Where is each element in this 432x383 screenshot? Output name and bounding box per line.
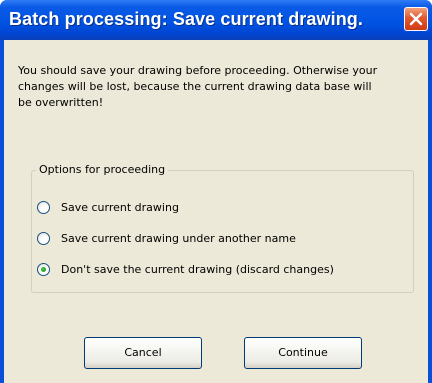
radio-discard-changes[interactable]: Don't save the current drawing (discard …	[37, 262, 407, 280]
continue-button[interactable]: Continue	[244, 337, 362, 369]
close-icon	[409, 12, 423, 26]
close-button[interactable]	[404, 7, 428, 31]
radio-selected-dot	[41, 267, 46, 272]
cancel-button[interactable]: Cancel	[84, 337, 202, 369]
radio-label: Save current drawing	[61, 201, 179, 214]
title-bar[interactable]: Batch processing: Save current drawing.	[0, 0, 432, 40]
radio-save-under-another-name[interactable]: Save current drawing under another name	[37, 231, 407, 249]
window-title: Batch processing: Save current drawing.	[9, 9, 363, 29]
radio-button[interactable]	[37, 201, 50, 214]
options-group-label: Options for proceeding	[36, 162, 169, 178]
radio-button[interactable]	[37, 232, 50, 245]
warning-message: You should save your drawing before proc…	[18, 64, 378, 109]
radio-button[interactable]	[37, 263, 50, 276]
radio-label: Don't save the current drawing (discard …	[61, 263, 334, 276]
radio-save-current-drawing[interactable]: Save current drawing	[37, 200, 407, 218]
radio-label: Save current drawing under another name	[61, 232, 296, 245]
